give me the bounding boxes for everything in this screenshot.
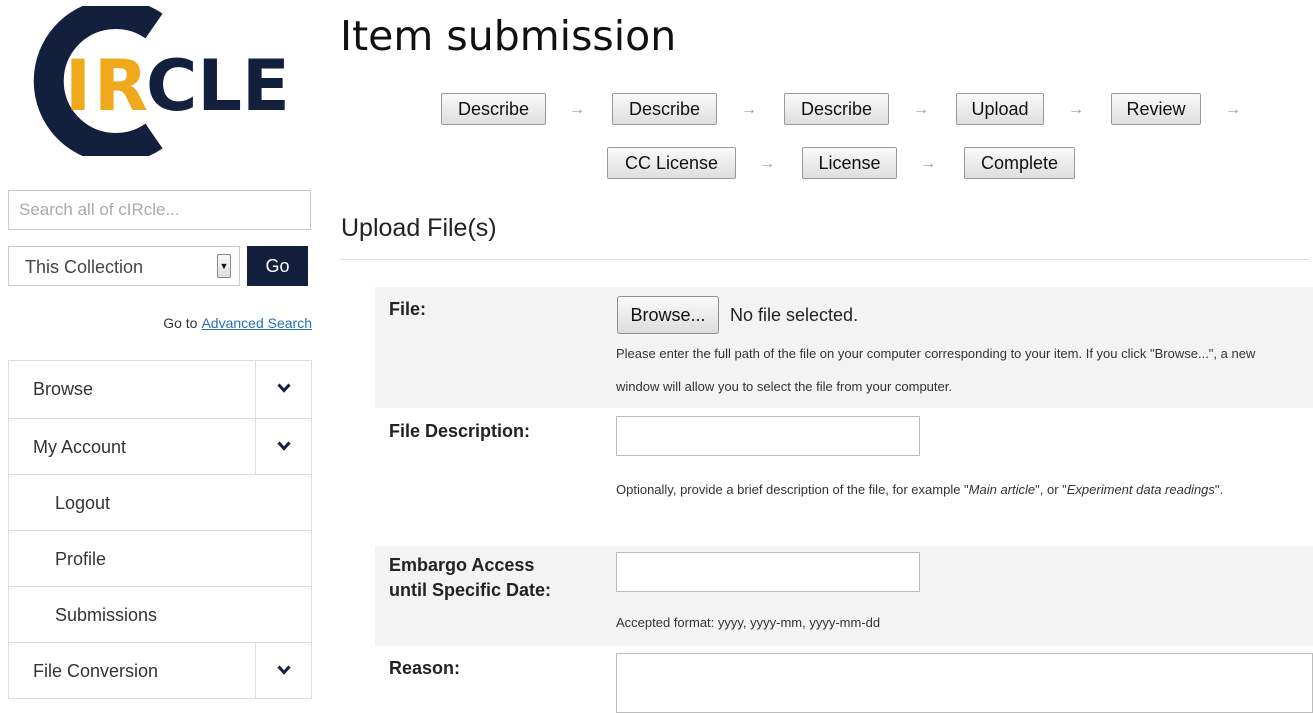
step-arrow-icon: → (759, 155, 775, 172)
help-text: Optionally, provide a brief description … (616, 482, 969, 497)
step-upload[interactable]: Upload (956, 93, 1044, 125)
reason-label: Reason: (389, 658, 461, 678)
section-divider (340, 259, 1309, 260)
step-license[interactable]: License (802, 147, 897, 179)
help-text: ", or " (1035, 482, 1067, 497)
scope-select-value: This Collection (25, 257, 144, 277)
sidebar-item-label: Profile (55, 549, 107, 569)
browse-toggle[interactable] (255, 361, 311, 418)
chevron-down-icon (277, 665, 291, 675)
step-arrow-icon: → (920, 155, 936, 172)
step-cc-license[interactable]: CC License (607, 147, 736, 179)
svg-text:R: R (94, 45, 148, 127)
svg-text:CLE: CLE (146, 45, 290, 127)
circle-logo[interactable]: I R CLE (22, 0, 292, 163)
sidebar-item-my-account[interactable]: My Account (9, 419, 311, 475)
embargo-label-line: Embargo Access (389, 555, 535, 575)
sidebar-item-label: Browse (33, 379, 94, 399)
file-status: No file selected. (730, 305, 859, 325)
browse-button[interactable]: Browse... (617, 296, 719, 334)
file-label: File: (389, 299, 427, 319)
sidebar-item-label: Submissions (55, 605, 158, 625)
step-arrow-icon: → (1068, 101, 1084, 118)
page-title: Item submission (340, 12, 677, 60)
dropdown-arrow-icon[interactable]: ▼ (217, 254, 231, 278)
step-describe-2[interactable]: Describe (612, 93, 717, 125)
goto-prefix: Go to (163, 315, 198, 331)
help-text: ". (1214, 482, 1224, 497)
step-review[interactable]: Review (1111, 93, 1201, 125)
step-complete[interactable]: Complete (964, 147, 1075, 179)
my-account-toggle[interactable] (255, 419, 311, 474)
file-conversion-toggle[interactable] (255, 643, 311, 698)
file-description-help: Optionally, provide a brief description … (616, 473, 1296, 506)
circle-logo-mark: I R CLE (33, 0, 290, 163)
chevron-down-icon (277, 383, 291, 393)
sidebar-item-submissions[interactable]: Submissions (9, 587, 311, 643)
sidebar-item-logout[interactable]: Logout (9, 475, 311, 531)
sidebar-item-label: My Account (33, 437, 127, 457)
advanced-search-link[interactable]: Advanced Search (201, 315, 312, 331)
sidebar-item-browse[interactable]: Browse (9, 361, 311, 419)
search-input[interactable] (8, 190, 311, 230)
step-arrow-icon: → (569, 101, 585, 118)
file-help: Please enter the full path of the file o… (616, 346, 1256, 394)
step-arrow-icon: → (741, 101, 757, 118)
embargo-label: Embargo Access until Specific Date: (389, 553, 551, 603)
help-example: Experiment data readings (1066, 482, 1215, 497)
embargo-help: Accepted format: yyyy, yyyy-mm, yyyy-mm-… (616, 615, 881, 630)
step-describe-1[interactable]: Describe (441, 93, 546, 125)
svg-text:I: I (65, 45, 91, 127)
section-title: Upload File(s) (341, 214, 497, 242)
chevron-down-icon (277, 441, 291, 451)
file-description-label: File Description: (389, 421, 531, 441)
advanced-search-line: Go to Advanced Search (163, 315, 312, 331)
sidebar-item-profile[interactable]: Profile (9, 531, 311, 587)
reason-input[interactable] (616, 653, 1313, 713)
scope-select[interactable]: This Collection ▼ (8, 246, 240, 286)
help-example: Main article (968, 482, 1036, 497)
go-button[interactable]: Go (247, 246, 308, 286)
step-arrow-icon: → (913, 101, 929, 118)
step-arrow-icon: → (1225, 101, 1241, 118)
sidebar-item-file-conversion[interactable]: File Conversion (9, 643, 311, 699)
file-description-input[interactable] (616, 416, 920, 456)
embargo-date-input[interactable] (616, 552, 920, 592)
embargo-label-line: until Specific Date: (389, 580, 552, 600)
sidebar-item-label: File Conversion (33, 661, 159, 681)
sidebar-item-label: Logout (55, 493, 111, 513)
step-describe-3[interactable]: Describe (784, 93, 889, 125)
sidebar-nav: Browse My Account Logout Profile Submiss… (8, 360, 312, 699)
